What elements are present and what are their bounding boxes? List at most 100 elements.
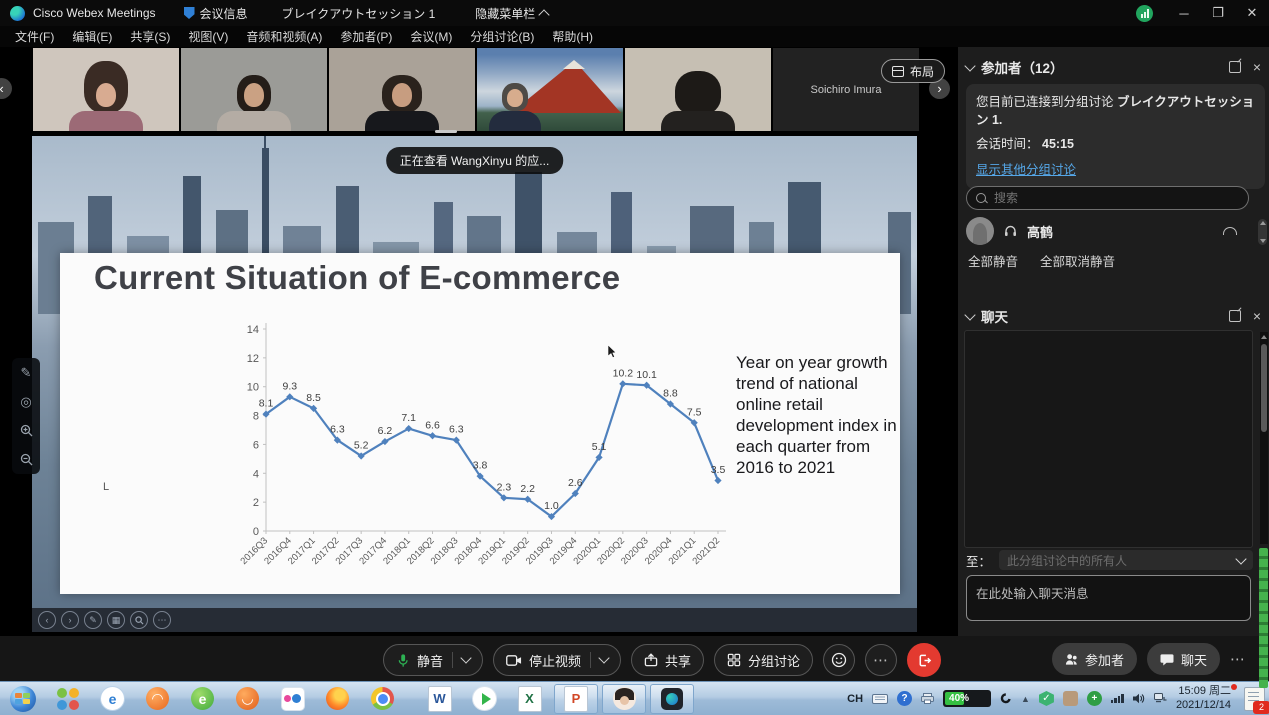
zoom-in-icon[interactable] [20,424,33,437]
pen-tool-button[interactable]: ✎ [84,611,102,629]
chevron-down-icon[interactable] [460,652,471,663]
close-panel-icon[interactable]: × [1253,309,1261,323]
keyboard-icon[interactable] [872,694,888,704]
taskbar-app-netdisk[interactable] [270,687,315,711]
slide-prev-button[interactable]: ‹ [38,611,56,629]
battery-indicator[interactable]: 40% [943,690,991,707]
video-tile[interactable] [33,48,179,131]
menu-meeting[interactable]: 会议(M) [401,28,461,45]
side-panel: 参加者（12） × 您目前已连接到分组讨论 ブレイクアウトセッション 1. 会话… [958,47,1269,636]
taskbar-app-excel[interactable]: X [507,686,552,712]
video-tile[interactable] [477,48,623,131]
menu-breakout[interactable]: 分组讨论(B) [461,28,543,45]
menu-view[interactable]: 视图(V) [179,28,237,45]
taskbar-app-ie[interactable]: e [90,686,135,711]
menu-participants[interactable]: 参加者(P) [331,28,401,45]
minimize-button[interactable]: ─ [1167,0,1201,26]
taskbar-app-powerpoint[interactable]: P [554,684,598,714]
taskbar-app-webex[interactable] [650,684,694,714]
zoom-out-icon[interactable] [20,453,33,466]
collapse-chevron-icon[interactable] [964,309,975,320]
mute-all-button[interactable]: 全部静音 [968,251,1018,270]
taskbar-app-word[interactable]: W [417,686,462,712]
filmstrip-scroll-left-button[interactable]: ‹ [0,78,12,99]
taskbar-app-tencent-video[interactable] [462,686,507,711]
popout-panel-icon[interactable] [1229,61,1241,73]
filmstrip-resize-handle[interactable] [435,130,457,133]
start-button[interactable] [0,686,45,712]
chat-recipient-row: 至： 此分组讨论中的所有人 [966,550,1253,570]
more-tools-button[interactable]: ⋯ [153,611,171,629]
chat-panel-button[interactable]: 聊天 [1147,643,1220,675]
menu-help[interactable]: 帮助(H) [543,28,602,45]
chat-message-list[interactable] [964,330,1253,548]
language-indicator[interactable]: CH [847,693,863,705]
restore-button[interactable]: ❐ [1201,0,1235,26]
menu-share[interactable]: 共享(S) [121,28,179,45]
app-tray-icon[interactable] [1063,691,1078,706]
magnify-button[interactable] [130,611,148,629]
reactions-button[interactable] [823,644,855,676]
collapse-chevron-icon[interactable] [964,60,975,71]
printer-icon[interactable] [921,693,934,704]
menu-file[interactable]: 文件(F) [6,28,63,45]
breakout-sessions-button[interactable]: 分组讨论 [714,644,813,676]
scroll-up-arrow-icon[interactable] [1261,335,1267,339]
chevron-down-icon[interactable] [598,652,609,663]
meeting-info-button[interactable]: 会议信息 [184,5,248,22]
participants-panel-button[interactable]: 参加者 [1052,643,1137,675]
close-button[interactable]: ✕ [1235,0,1269,26]
taskbar-app-sogou-browser[interactable]: ◠ [135,687,180,710]
svg-text:3.8: 3.8 [473,460,488,472]
unmute-all-button[interactable]: 全部取消静音 [1040,251,1115,270]
more-options-button[interactable]: ⋯ [865,644,897,676]
laser-pointer-icon[interactable]: ◎ [20,395,31,408]
input-method-help-icon[interactable]: ? [897,691,912,706]
chat-message-input[interactable] [966,575,1251,621]
svg-text:12: 12 [247,353,259,365]
video-tile[interactable] [181,48,327,131]
share-button[interactable]: 共享 [631,644,704,676]
taskbar-app-360-browser[interactable]: e [180,687,225,710]
safe-money-icon[interactable]: + [1087,691,1102,706]
tray-expand-caret[interactable]: ▲ [1021,694,1030,704]
clock[interactable]: 15:09 周二 2021/12/14 [1176,685,1235,711]
menu-audio-video[interactable]: 音频和视频(A) [237,28,331,45]
close-panel-icon[interactable]: × [1253,60,1261,74]
network-icon[interactable] [1154,693,1167,704]
connection-quality-icon[interactable] [1136,5,1153,22]
mute-button[interactable]: 静音 [383,644,483,676]
slide-next-button[interactable]: › [61,611,79,629]
taskbar-app-utility[interactable] [45,688,90,710]
stop-video-button[interactable]: 停止视频 [493,644,621,676]
annotate-pen-icon[interactable]: ✎ [21,366,32,379]
slide-grid-button[interactable]: ▦ [107,611,125,629]
taskbar-app-avatar[interactable] [602,684,646,714]
scrollbar-thumb[interactable] [1261,344,1267,432]
more-panels-button[interactable]: ⋯ [1230,650,1246,668]
signal-strength-icon[interactable] [1111,694,1124,703]
participant-list-scroller[interactable] [1258,219,1267,245]
volume-icon[interactable] [1133,693,1145,704]
svg-text:5.1: 5.1 [592,441,607,453]
menu-edit[interactable]: 编辑(E) [63,28,121,45]
taskbar-app-chrome[interactable] [360,687,405,710]
sticky-notes-icon[interactable]: 2 [1244,687,1265,711]
video-tile[interactable] [329,48,475,131]
taskbar-app-orange-browser[interactable]: ◡ [225,687,270,710]
svg-text:0: 0 [253,526,259,538]
popout-panel-icon[interactable] [1229,310,1241,322]
hide-menubar-button[interactable]: 隐藏菜单栏 [475,5,548,22]
video-tile[interactable] [625,48,771,131]
participant-row[interactable]: 高鹤 [966,215,1249,247]
svg-text:4: 4 [253,468,259,480]
layout-button[interactable]: 布局 [881,59,945,83]
chat-scrollbar[interactable] [1260,332,1268,544]
show-other-breakouts-link[interactable]: 显示其他分组讨论 [976,161,1076,179]
participant-search-box[interactable] [966,186,1249,210]
messenger-icon[interactable]: ✓ [1039,691,1054,706]
leave-meeting-button[interactable] [907,643,941,677]
taskbar-app-firefox[interactable] [315,687,360,710]
recipient-dropdown[interactable]: 此分组讨论中的所有人 [999,550,1253,570]
search-input[interactable] [992,190,1239,206]
